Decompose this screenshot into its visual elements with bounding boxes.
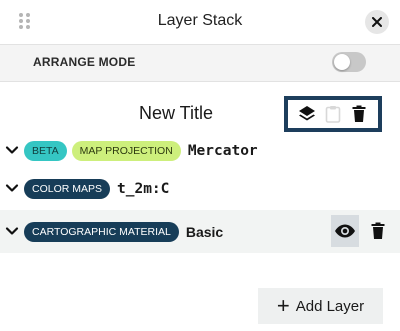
arrange-mode-label: ARRANGE MODE — [33, 55, 136, 69]
close-icon — [372, 17, 382, 27]
clipboard-button[interactable] — [322, 103, 344, 125]
delete-group-button[interactable] — [348, 103, 370, 125]
layer-name: Mercator — [187, 142, 258, 159]
visibility-toggle-button[interactable] — [331, 215, 359, 247]
add-layer-label: Add Layer — [295, 297, 365, 315]
clipboard-icon — [325, 106, 341, 123]
group-actions-toolbar — [284, 96, 382, 132]
layers-icon — [299, 106, 315, 121]
layer-row[interactable]: BETA MAP PROJECTION Mercator — [0, 129, 400, 172]
close-button[interactable] — [365, 10, 389, 34]
panel-title: Layer Stack — [157, 12, 243, 29]
category-badge: CARTOGRAPHIC MATERIAL — [24, 221, 179, 242]
add-layer-button[interactable]: + Add Layer — [258, 288, 383, 324]
chevron-down-icon[interactable] — [5, 181, 19, 195]
category-badge: MAP PROJECTION — [71, 140, 181, 161]
layer-name: t_2m:C — [117, 180, 170, 197]
trash-icon — [371, 222, 385, 239]
arrange-mode-bar: ARRANGE MODE — [0, 44, 400, 82]
delete-layer-button[interactable] — [369, 221, 387, 241]
beta-badge: BETA — [24, 140, 67, 161]
eye-icon — [335, 224, 355, 238]
chevron-down-icon[interactable] — [5, 143, 19, 157]
layers-button[interactable] — [296, 103, 318, 125]
layer-row[interactable]: COLOR MAPS t_2m:C — [0, 167, 400, 210]
trash-icon — [352, 105, 366, 122]
layer-name: Basic — [185, 223, 224, 240]
panel-header: Layer Stack — [0, 0, 400, 44]
layer-row[interactable]: CARTOGRAPHIC MATERIAL Basic — [0, 210, 400, 253]
category-badge: COLOR MAPS — [24, 178, 111, 199]
toggle-knob — [334, 54, 350, 70]
plus-icon: + — [276, 293, 290, 318]
arrange-mode-toggle[interactable] — [332, 52, 366, 72]
chevron-down-icon[interactable] — [5, 224, 19, 238]
